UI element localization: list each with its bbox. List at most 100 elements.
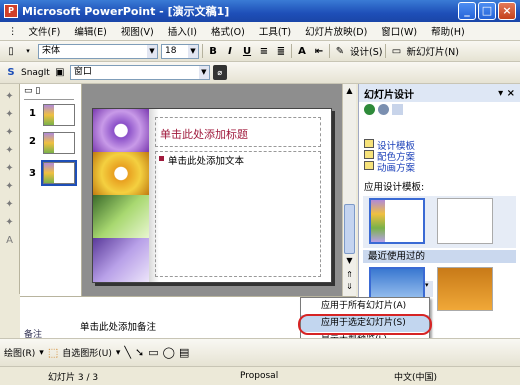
apply-template-label: 应用设计模板:	[364, 182, 425, 193]
body-placeholder-text: 单击此处添加文本	[168, 156, 245, 167]
close-button[interactable]: ×	[498, 2, 516, 20]
highlight-ring	[298, 314, 432, 335]
slide-thumbnail-2[interactable]	[43, 132, 75, 154]
title-bar: P Microsoft PowerPoint - [演示文稿1] _ □ ×	[0, 0, 520, 22]
arrow-icon[interactable]: ➘	[135, 346, 144, 359]
rectangle-icon[interactable]: ▭	[148, 346, 158, 359]
textbox-icon[interactable]: ▤	[179, 346, 189, 359]
line-icon[interactable]: ╲	[124, 346, 131, 359]
menu-help[interactable]: 帮助(H)	[424, 24, 472, 38]
design-templates-link[interactable]: 设计模板	[359, 138, 520, 152]
animation-schemes-label: 动画方案	[377, 163, 416, 174]
capture-button-icon[interactable]: ⌀	[212, 65, 227, 80]
bold-button[interactable]: B	[206, 44, 220, 59]
increase-font-button[interactable]: A	[295, 44, 309, 59]
capture-mode-value: 窗口	[73, 67, 92, 77]
menu-slideshow[interactable]: 幻灯片放映(D)	[298, 24, 374, 38]
color-schemes-link[interactable]: 配色方案	[359, 149, 520, 163]
select-objects-icon[interactable]: ⬚	[48, 346, 58, 359]
current-slide[interactable]: 单击此处添加标题 单击此处添加文本	[92, 108, 332, 283]
scroll-thumb[interactable]	[344, 204, 355, 254]
drawing-toolbar: 绘图(R) ▾ ⬚ 自选图形(U) ▾ ╲ ➘ ▭ ◯ ▤	[0, 338, 520, 366]
snagit-label[interactable]: SnagIt	[21, 68, 50, 78]
formatting-toolbar: ▯ ▾ 宋体 ▼ 18 ▼ B I U ≡ ≣ A ⇤ ✎ 设计(S) ▭ 新幻灯片…	[0, 41, 520, 62]
menu-edit[interactable]: 编辑(E)	[67, 24, 113, 38]
menu-format[interactable]: 格式(O)	[204, 24, 252, 38]
vertical-scrollbar[interactable]: ▲ ▼ ⇑ ⇓	[342, 84, 356, 296]
clock-image-orange	[93, 152, 149, 195]
underline-button[interactable]: U	[240, 44, 254, 59]
slide-thumbnail-1[interactable]	[43, 104, 75, 126]
palette-icon	[364, 150, 374, 159]
panel-tabs[interactable]: ▭ ▯	[24, 86, 74, 100]
menu-bar: ⋮ 文件(F) 编辑(E) 视图(V) 插入(I) 格式(O) 工具(T) 幻灯…	[0, 22, 520, 41]
previous-slide-icon[interactable]: ⇑	[344, 270, 355, 281]
template-icon	[364, 139, 374, 148]
outline-tool-icons[interactable]: ✦ ✦ ✦ ✦ ✦ ✦ ✦ ✦ A	[0, 84, 19, 250]
design-button[interactable]: 设计(S)	[350, 44, 382, 58]
align-left-icon[interactable]: ≡	[257, 44, 271, 59]
new-slide-icon[interactable]: ▭	[389, 44, 403, 59]
draw-dropdown-icon[interactable]: ▾	[39, 348, 44, 358]
size-dropdown-icon[interactable]: ▼	[188, 44, 198, 58]
autoshapes-dropdown-icon[interactable]: ▾	[116, 348, 121, 358]
slide-thumbnail-3[interactable]	[41, 160, 77, 186]
bullet-icon	[159, 156, 164, 161]
draw-menu[interactable]: 绘图(R)	[4, 346, 35, 359]
language-status: 中文(中国)	[394, 372, 438, 383]
font-select[interactable]: 宋体 ▼	[38, 43, 158, 59]
powerpoint-icon: P	[4, 4, 18, 18]
title-placeholder-text: 单击此处添加标题	[160, 128, 248, 141]
scroll-down-icon[interactable]: ▼	[344, 256, 355, 267]
task-pane-title: 幻灯片设计	[364, 89, 414, 101]
menu-view[interactable]: 视图(V)	[114, 24, 161, 38]
forward-icon[interactable]	[378, 104, 389, 115]
maximize-button[interactable]: □	[478, 2, 496, 20]
next-slide-icon[interactable]: ⇓	[344, 282, 355, 293]
capture-mode-select[interactable]: 窗口 ▼	[69, 65, 210, 80]
new-document-icon[interactable]: ▯	[4, 44, 18, 59]
minimize-button[interactable]: _	[458, 2, 476, 20]
template-proposal-thumb[interactable]	[369, 198, 425, 244]
slide-number-1: 1	[29, 108, 36, 119]
slides-panel: ▭ ▯ 1 2 3	[20, 84, 82, 296]
animation-schemes-link[interactable]: 动画方案	[359, 160, 520, 174]
scroll-up-icon[interactable]: ▲	[344, 86, 355, 97]
menu-tools[interactable]: 工具(T)	[252, 24, 298, 38]
template-orange-thumb[interactable]	[437, 267, 493, 311]
back-icon[interactable]	[364, 104, 375, 115]
home-icon[interactable]	[392, 104, 403, 115]
chevron-icon[interactable]: ▾	[21, 44, 35, 59]
template-name: Proposal	[240, 371, 279, 381]
apply-to-all-slides-item[interactable]: 应用于所有幻灯片(A)	[301, 298, 429, 315]
oval-icon[interactable]: ◯	[163, 346, 175, 359]
separator	[385, 44, 387, 58]
task-pane-header: 幻灯片设计 ▾ ×	[359, 84, 520, 102]
separator	[329, 44, 330, 58]
menu-insert[interactable]: 插入(I)	[161, 24, 204, 38]
capture-icon[interactable]: ▣	[53, 65, 67, 80]
grip-icon: ⋮	[8, 25, 18, 37]
snagit-icon[interactable]: S	[4, 65, 18, 80]
menu-file[interactable]: 文件(F)	[22, 24, 68, 38]
font-dropdown-icon[interactable]: ▼	[147, 44, 157, 58]
separator	[291, 44, 292, 58]
slide-number-3: 3	[29, 168, 36, 179]
status-bar: 幻灯片 3 / 3 Proposal 中文(中国)	[0, 366, 520, 385]
new-slide-button[interactable]: 新幻灯片(N)	[406, 44, 459, 58]
body-placeholder[interactable]: 单击此处添加文本	[155, 151, 321, 277]
decrease-indent-icon[interactable]: ⇤	[312, 44, 326, 59]
design-icon[interactable]: ✎	[333, 44, 347, 59]
close-pane-icon[interactable]: ▾ ×	[498, 88, 515, 99]
slide-editor: 单击此处添加标题 单击此处添加文本	[82, 84, 342, 296]
template-blank-thumb[interactable]	[437, 198, 493, 244]
font-size-select[interactable]: 18 ▼	[161, 43, 199, 59]
align-center-icon[interactable]: ≣	[274, 44, 288, 59]
autoshapes-menu[interactable]: 自选图形(U)	[62, 346, 112, 359]
capture-dropdown-icon[interactable]: ▼	[198, 66, 209, 79]
template-dropdown-icon[interactable]: ▾	[425, 281, 433, 297]
menu-window[interactable]: 窗口(W)	[374, 24, 424, 38]
title-placeholder[interactable]: 单击此处添加标题	[155, 117, 321, 147]
italic-button[interactable]: I	[223, 44, 237, 59]
star-icon	[364, 161, 374, 170]
